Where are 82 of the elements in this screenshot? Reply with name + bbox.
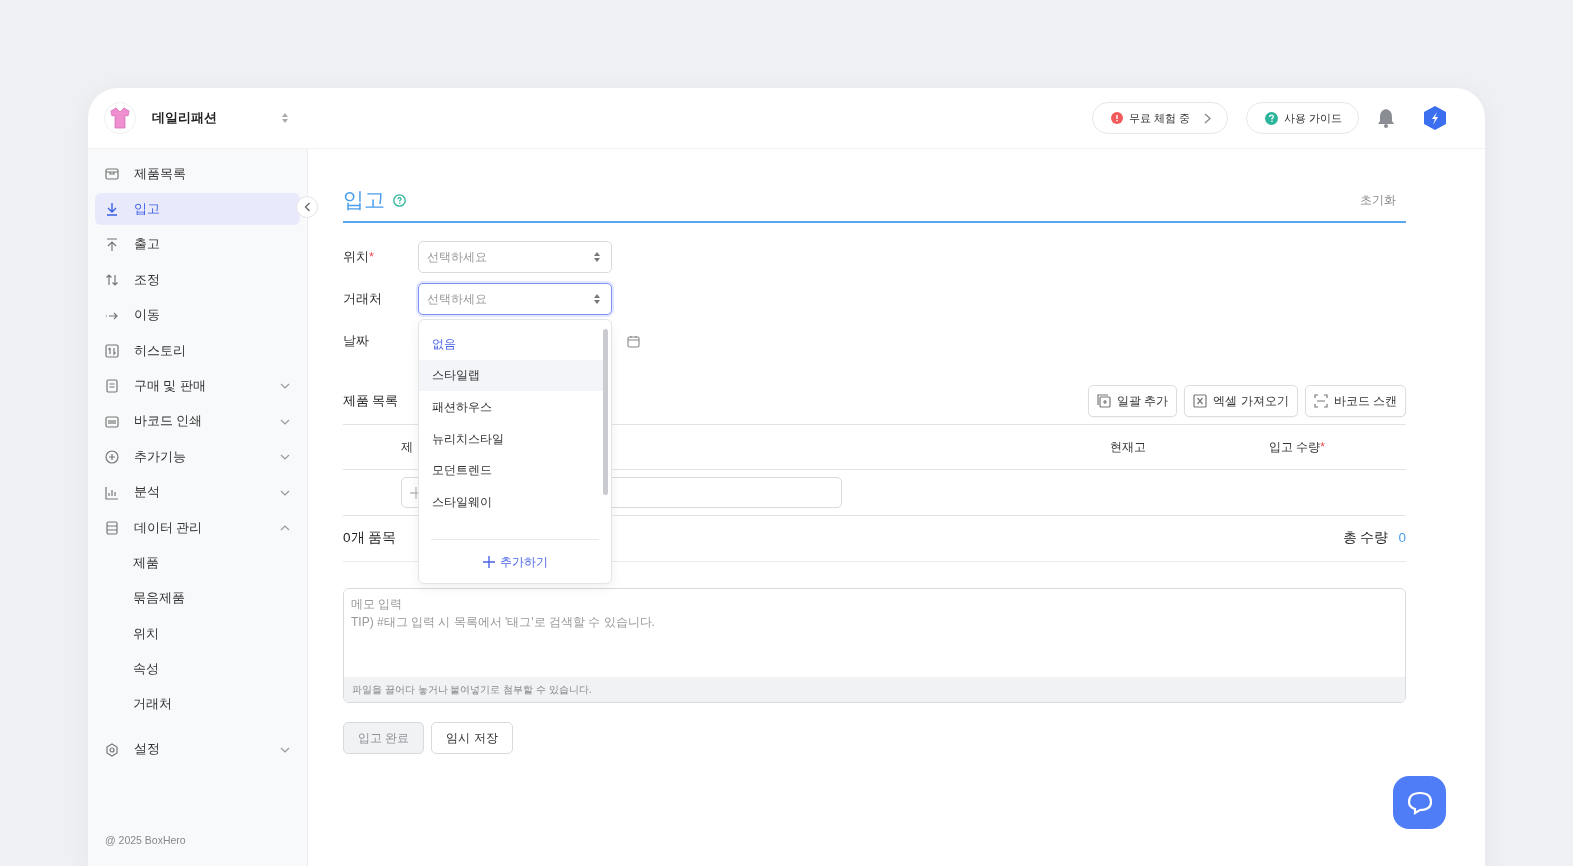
sidebar-subitem[interactable]: 묶음제품 <box>95 582 300 615</box>
sidebar-subitem[interactable]: 제품 <box>95 547 300 580</box>
chevron-left-icon <box>303 202 311 212</box>
sidebar-subitem[interactable]: 거래처 <box>95 688 300 721</box>
product-search-field[interactable] <box>401 477 842 508</box>
column-header: 입고 수량* <box>1269 440 1325 454</box>
chevron-icon <box>280 745 290 754</box>
sidebar-item[interactable]: 구매 및 판매 <box>95 370 300 403</box>
collapse-sidebar-button[interactable] <box>296 196 318 218</box>
chevron-icon <box>280 417 290 426</box>
sidebar-item[interactable]: 추가기능 <box>95 441 300 474</box>
upload-icon <box>105 237 119 252</box>
copy-plus-icon <box>1096 394 1111 408</box>
item-count: 0개 품목 <box>343 529 397 548</box>
sort-caret-icon[interactable] <box>281 112 289 124</box>
action-button[interactable]: 엑셀 가져오기 <box>1184 385 1298 417</box>
hexagon-logo-icon[interactable] <box>1423 105 1447 131</box>
chevron-icon <box>280 382 290 391</box>
bar-chart-icon <box>105 485 119 500</box>
total-value: 0 <box>1398 529 1406 548</box>
spreadsheet-icon <box>1193 394 1208 408</box>
chevron-icon <box>280 523 290 532</box>
attach-hint: 파일을 끌어다 놓거나 붙여넣기로 첨부할 수 있습니다. <box>352 683 592 697</box>
sidebar-item[interactable]: 바코드 인쇄 <box>95 405 300 438</box>
chevron-icon <box>280 488 290 497</box>
alert-icon <box>1110 112 1123 124</box>
help-icon <box>1264 111 1278 125</box>
sidebar-item[interactable]: 히스토리 <box>95 334 300 367</box>
copyright-text: @ 2025 BoxHero <box>105 833 187 849</box>
add-option-button[interactable]: 추가하기 <box>482 552 548 571</box>
field-label: 날짜 <box>343 332 370 350</box>
chat-button[interactable] <box>1393 776 1446 829</box>
dropdown-option[interactable]: 없음 <box>419 328 603 360</box>
guide-button[interactable]: 사용 가이드 <box>1245 102 1359 134</box>
sidebar-subitem[interactable]: 속성 <box>95 653 300 686</box>
workspace-name: 데일리패션 <box>152 109 217 127</box>
sidebar-item[interactable]: 데이터 관리 <box>95 511 300 544</box>
total-label: 총 수량 <box>1342 529 1389 548</box>
sidebar-item[interactable]: 조정 <box>95 264 300 297</box>
sidebar-item[interactable]: 분석 <box>95 476 300 509</box>
form-button[interactable]: 임시 저장 <box>431 722 513 754</box>
scrollbar[interactable] <box>603 329 608 495</box>
sort-caret-icon <box>593 293 601 305</box>
field-label: 위치* <box>343 248 375 266</box>
database-icon <box>105 520 119 535</box>
sidebar-item[interactable]: 입고 <box>95 193 300 226</box>
plus-icon <box>482 555 495 568</box>
trial-button[interactable]: 무료 체험 중 <box>1091 102 1228 134</box>
action-button[interactable]: 바코드 스캔 <box>1304 385 1406 417</box>
dropdown-option[interactable]: 뉴리치스타일 <box>419 422 603 455</box>
barcode-icon <box>105 414 119 429</box>
scan-frame-icon <box>1313 394 1328 408</box>
swap-arrows-icon <box>105 273 119 288</box>
section-label: 제품 목록 <box>343 392 399 410</box>
dropdown-option[interactable]: 스타일웨이 <box>419 485 603 518</box>
download-icon <box>105 202 119 217</box>
help-icon[interactable] <box>393 193 406 207</box>
column-header: 제 <box>401 440 413 454</box>
history-icon <box>105 343 119 358</box>
action-button[interactable]: 일괄 추가 <box>1087 385 1178 417</box>
reset-button[interactable]: 초기화 <box>1359 190 1397 210</box>
sidebar-item[interactable]: 이동 <box>95 299 300 332</box>
sidebar-item[interactable]: 제품목록 <box>95 158 300 190</box>
sort-caret-icon <box>593 251 601 263</box>
chevron-right-icon <box>1203 112 1211 124</box>
dropdown-option[interactable]: 스타일랩 <box>419 359 603 392</box>
chevron-icon <box>280 453 290 462</box>
plus-circle-icon <box>105 450 119 465</box>
dropdown-option[interactable]: 모던트렌드 <box>419 454 603 486</box>
gear-icon <box>105 742 119 757</box>
column-header: 현재고 <box>1110 440 1146 454</box>
bell-icon[interactable] <box>1377 108 1395 128</box>
sidebar-item[interactable]: 설정 <box>95 733 300 766</box>
sidebar-subitem[interactable]: 위치 <box>95 618 300 651</box>
calendar-icon[interactable] <box>627 334 640 348</box>
sidebar-item[interactable]: 출고 <box>95 228 300 261</box>
field-label: 거래처 <box>343 290 383 308</box>
page-title: 입고 <box>343 187 385 214</box>
chat-bubble-icon <box>1406 790 1433 815</box>
dropdown-option[interactable]: 패션하우스 <box>419 391 603 423</box>
document-icon <box>105 379 119 394</box>
box-icon <box>105 167 119 181</box>
